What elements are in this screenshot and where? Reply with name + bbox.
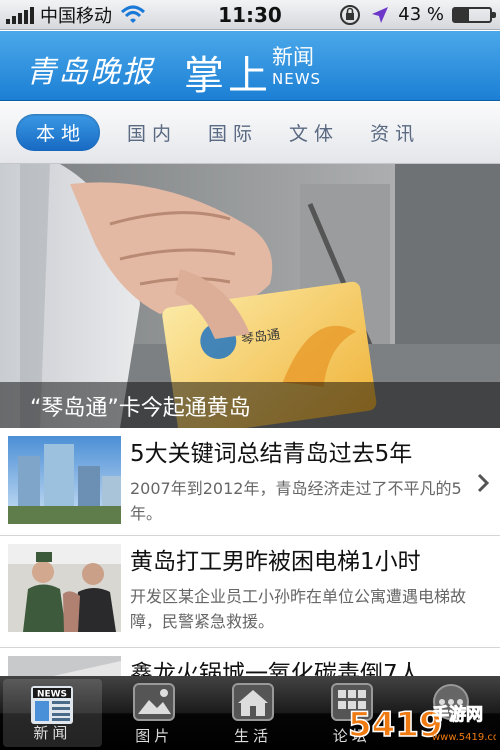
tabbar-item-life[interactable]: 生活 xyxy=(204,676,303,750)
tabbar-item-pictures[interactable]: 图片 xyxy=(105,676,204,750)
watermark-brand: 手游网 xyxy=(432,704,483,725)
home-icon xyxy=(231,683,274,721)
news-icon-text: NEWS xyxy=(37,690,67,700)
watermark-domain: www.5419.com xyxy=(432,732,496,743)
tabbar-label-life: 生活 xyxy=(233,727,272,745)
clock: 11:30 xyxy=(218,2,282,27)
tabbar-label-news: 新闻 xyxy=(33,724,72,742)
newspaper-logo: 青岛晚报 xyxy=(26,55,154,90)
watermark-number: 5419 xyxy=(348,705,443,745)
news-title: 5大关键词总结青岛过去5年 xyxy=(130,441,413,467)
news-title: 黄岛打工男昨被困电梯1小时 xyxy=(130,549,421,575)
category-tabs: 本地 国内 国际 文体 资讯 xyxy=(0,102,500,164)
app-subtitle: 新闻 NEWS xyxy=(272,47,321,87)
news-summary: 开发区某企业员工小孙昨在单位公寓遭遇电梯故障，民警紧急救援。 xyxy=(130,587,467,631)
tabbar-label-pictures: 图片 xyxy=(135,727,174,745)
app-subtitle-en: NEWS xyxy=(272,70,322,88)
tab-culture-sports[interactable]: 文体 xyxy=(289,119,339,146)
news-summary: 2007年到2012年，青岛经济走过了不平凡的5年。 xyxy=(130,479,462,523)
tab-info[interactable]: 资讯 xyxy=(370,119,420,146)
tab-domestic[interactable]: 国内 xyxy=(127,119,177,146)
app-subtitle-zh: 新闻 xyxy=(272,45,314,69)
battery-icon xyxy=(452,6,496,23)
news-thumbnail-rescue xyxy=(8,544,121,632)
headline-banner[interactable]: 琴岛通 “琴岛通”卡今起通黄岛 xyxy=(0,164,500,428)
tab-international[interactable]: 国际 xyxy=(208,119,258,146)
news-item-1[interactable]: 5大关键词总结青岛过去5年 2007年到2012年，青岛经济走过了不平凡的5年。 xyxy=(0,428,500,536)
headline-caption: “琴岛通”卡今起通黄岛 xyxy=(0,382,500,428)
site-watermark: 5419 手游网 www.5419.com xyxy=(347,704,496,746)
bottom-tab-bar: NEWS 新闻 图片 生活 论坛 5419 手游网 www.5419.co xyxy=(0,676,500,750)
chevron-right-icon xyxy=(477,473,490,493)
tab-local[interactable]: 本地 xyxy=(16,114,101,151)
app-title: 掌上 xyxy=(184,53,272,99)
tabbar-item-news[interactable]: NEWS 新闻 xyxy=(3,679,102,747)
news-icon: NEWS xyxy=(31,686,74,724)
picture-icon xyxy=(133,683,176,721)
app-header: 青岛晚报 掌上 新闻 NEWS xyxy=(0,31,500,101)
news-thumbnail-city xyxy=(8,436,121,524)
status-bar: 中国移动 11:30 43 % xyxy=(0,0,500,30)
news-item-2[interactable]: 黄岛打工男昨被困电梯1小时 开发区某企业员工小孙昨在单位公寓遭遇电梯故障，民警紧… xyxy=(0,536,500,648)
